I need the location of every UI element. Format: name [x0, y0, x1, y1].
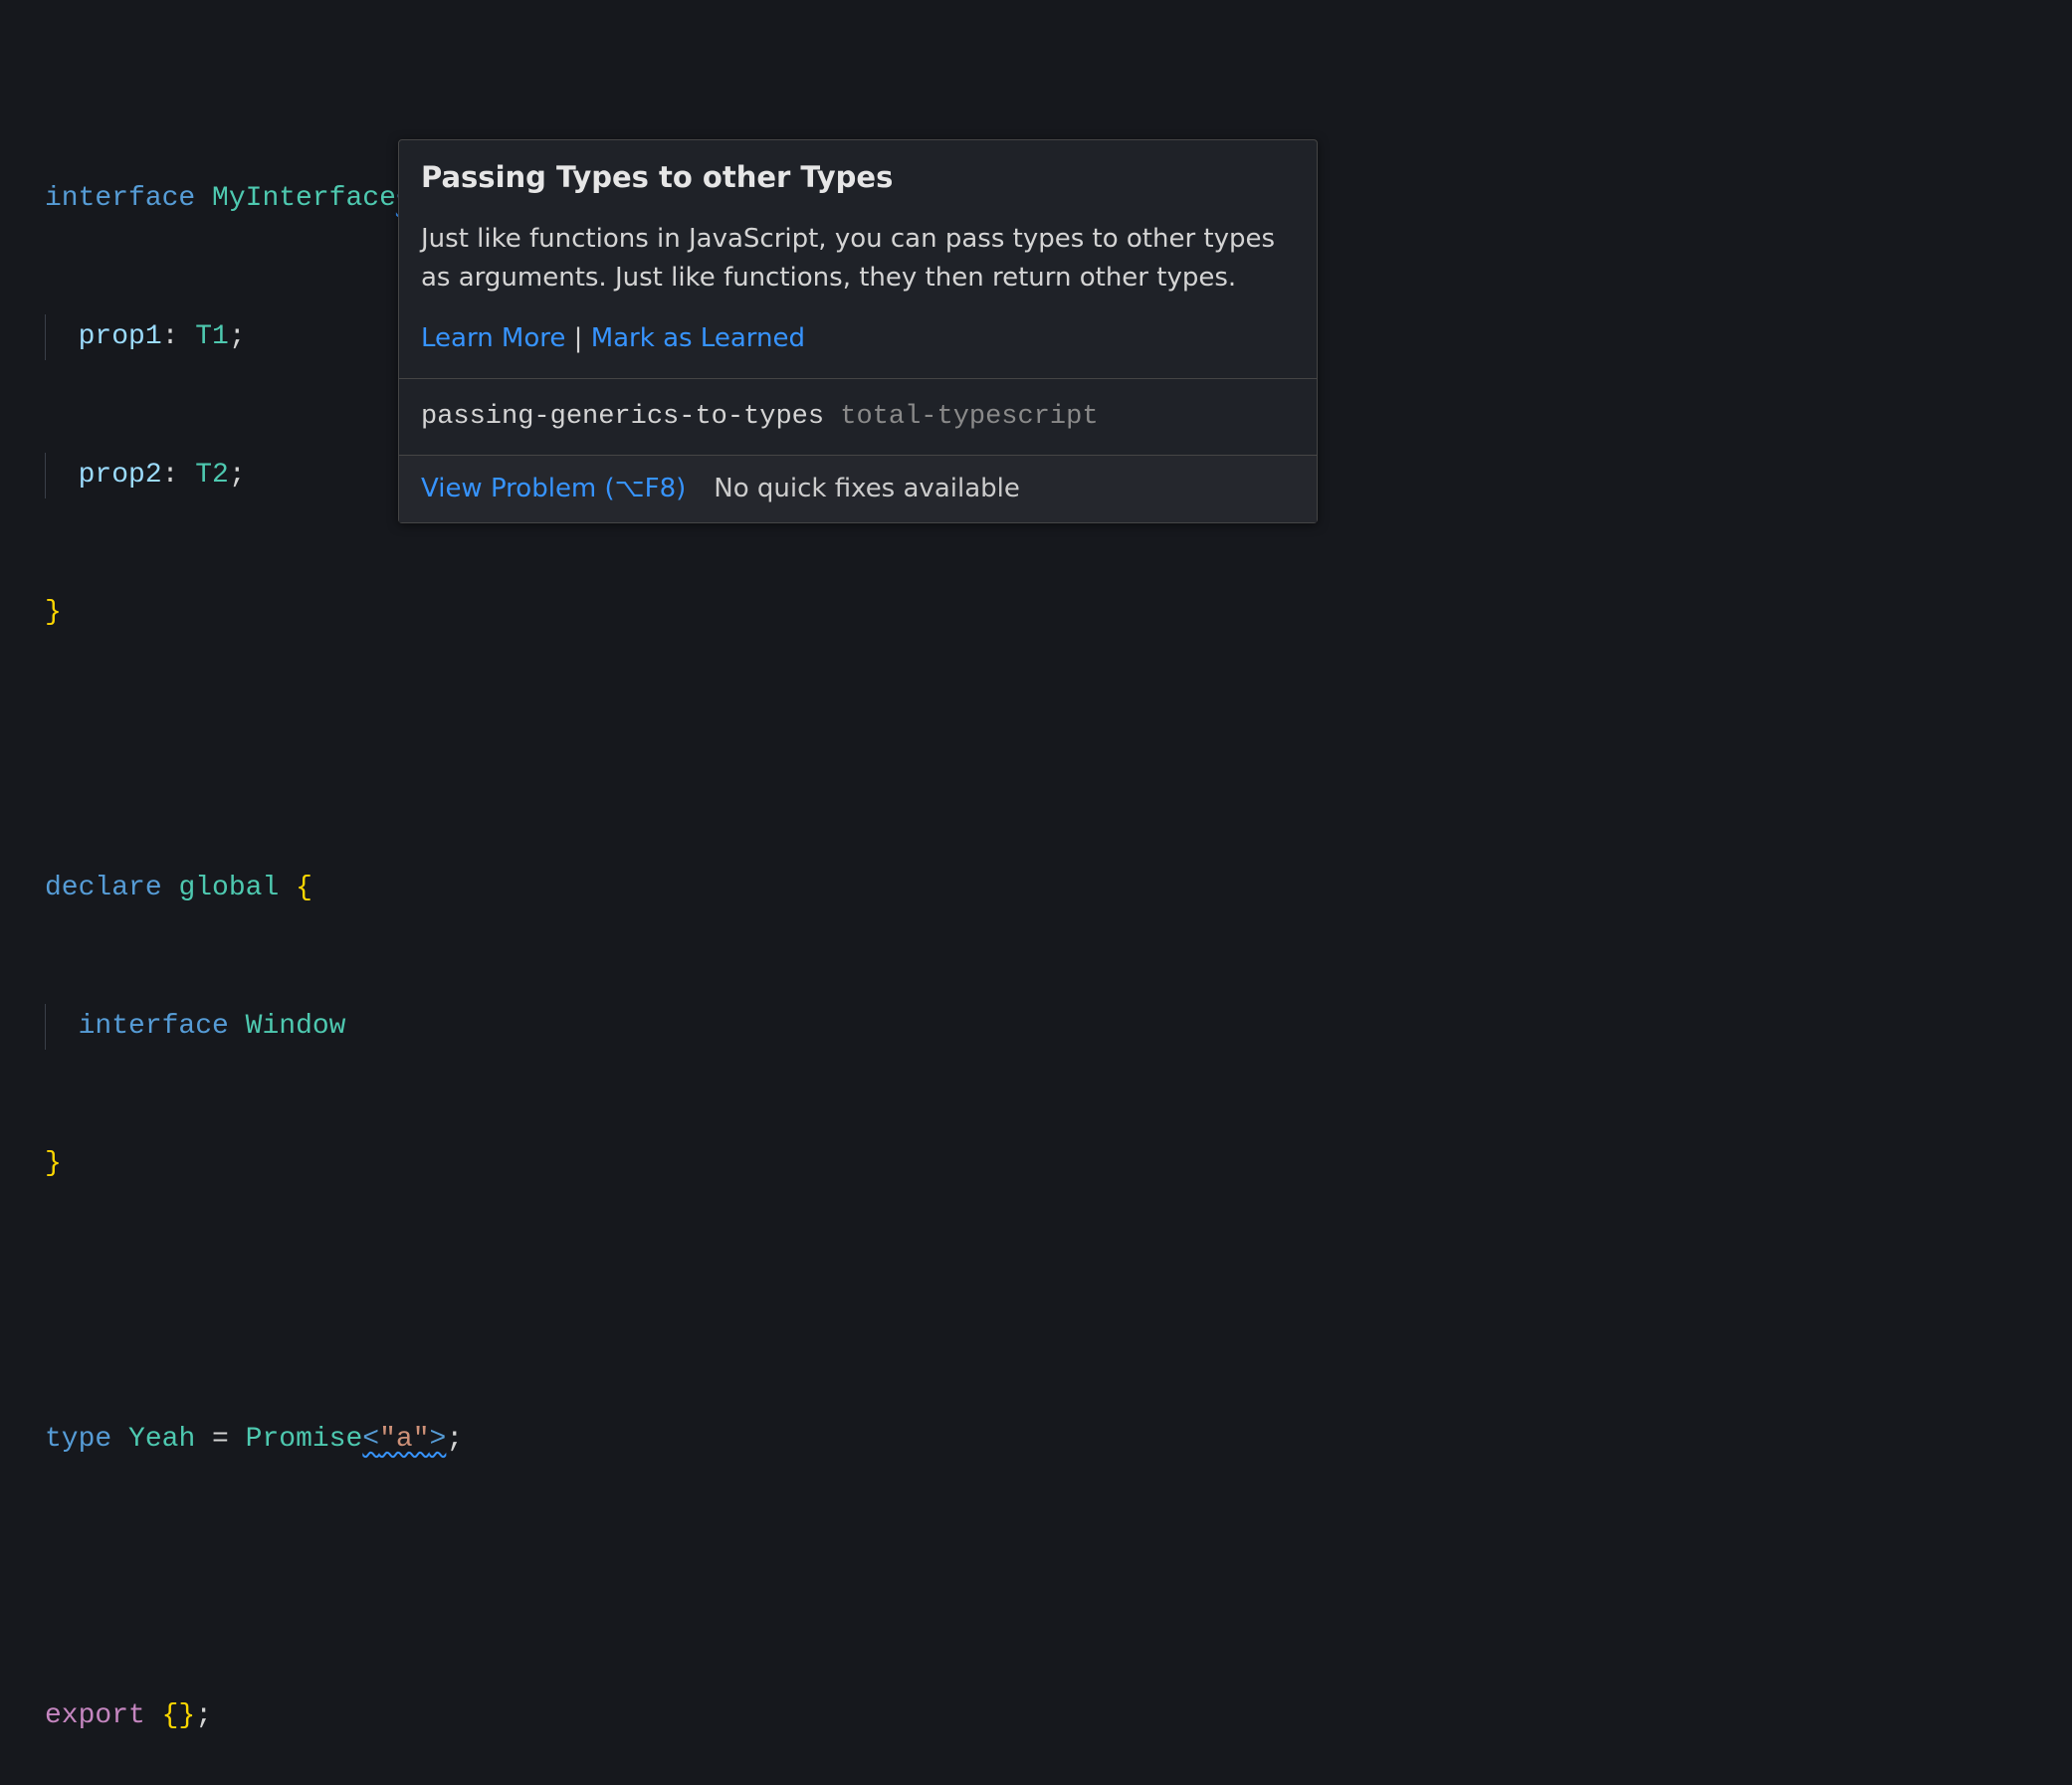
hover-status-bar: View Problem (⌥F8) No quick fixes availa…	[399, 455, 1317, 522]
type-ref: T1	[195, 321, 229, 352]
code-line[interactable]: interface Window	[45, 1004, 563, 1050]
code-line[interactable]: type Yeah = Promise<"a">;	[45, 1417, 563, 1463]
diagnostic-source: total-typescript	[840, 402, 1098, 432]
string-literal: "a"	[379, 1424, 429, 1455]
brace-close: }	[45, 597, 62, 628]
semicolon: ;	[229, 321, 246, 352]
angle-open: <	[362, 1424, 379, 1455]
hover-widget: Passing Types to other Types Just like f…	[398, 139, 1318, 523]
hover-content: Passing Types to other Types Just like f…	[399, 140, 1317, 378]
semicolon: ;	[446, 1424, 463, 1455]
diagnostic-code: passing-generics-to-types	[421, 402, 824, 432]
indent	[45, 321, 79, 352]
semicolon: ;	[195, 1700, 212, 1731]
link-separator: |	[565, 323, 590, 353]
keyword-interface: interface	[45, 183, 195, 214]
type-identifier: Yeah	[128, 1424, 195, 1455]
property-name: prop2	[79, 460, 162, 491]
code-line[interactable]	[45, 1555, 563, 1601]
view-problem-link[interactable]: View Problem (⌥F8)	[421, 468, 686, 510]
code-line[interactable]: declare global {	[45, 866, 563, 911]
braces: {}	[145, 1700, 195, 1731]
type-ref: Promise	[246, 1424, 363, 1455]
keyword-interface: interface	[79, 1011, 229, 1042]
indent	[45, 1011, 79, 1042]
hover-source-row: passing-generics-to-types total-typescri…	[399, 378, 1317, 456]
keyword-global: global	[178, 873, 279, 903]
colon: :	[162, 460, 179, 491]
hover-title: Passing Types to other Types	[421, 154, 1295, 202]
type-ref: T2	[195, 460, 229, 491]
hover-links-row: Learn More | Mark as Learned	[421, 317, 1295, 360]
learn-more-link[interactable]: Learn More	[421, 323, 565, 353]
code-line[interactable]: export {};	[45, 1693, 563, 1739]
keyword-export: export	[45, 1700, 145, 1731]
type-identifier: MyInterface	[212, 183, 396, 214]
no-quick-fix-label: No quick fixes available	[714, 468, 1020, 510]
keyword-type: type	[45, 1424, 111, 1455]
mark-as-learned-link[interactable]: Mark as Learned	[591, 323, 805, 353]
code-line[interactable]	[45, 1280, 563, 1325]
colon: :	[162, 321, 179, 352]
code-line[interactable]: }	[45, 590, 563, 636]
code-line[interactable]: }	[45, 1141, 563, 1187]
code-line[interactable]	[45, 728, 563, 774]
semicolon: ;	[229, 460, 246, 491]
keyboard-shortcut: (⌥F8)	[605, 474, 687, 503]
equals: =	[195, 1424, 245, 1455]
indent	[45, 460, 79, 491]
keyword-declare: declare	[45, 873, 162, 903]
type-identifier: Window	[246, 1011, 346, 1042]
angle-close: >	[430, 1424, 447, 1455]
property-name: prop1	[79, 321, 162, 352]
brace-close: }	[45, 1148, 62, 1179]
hover-body-text: Just like functions in JavaScript, you c…	[421, 220, 1295, 298]
brace-open: {	[279, 873, 312, 903]
